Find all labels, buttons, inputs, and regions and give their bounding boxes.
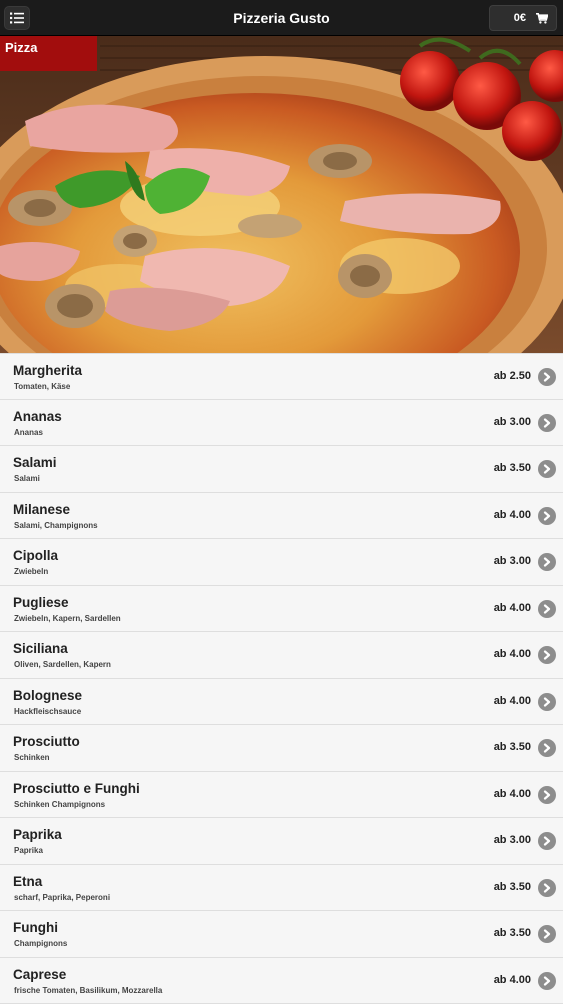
app-title: Pizzeria Gusto [0,0,563,36]
chevron-right-icon[interactable] [538,600,556,618]
list-item[interactable]: Funghi Champignons ab 3.50 [0,911,563,958]
item-name: Cipolla [13,548,58,563]
item-description: Schinken [14,753,50,762]
pizza-image [0,36,563,353]
item-name: Funghi [13,920,58,935]
item-price: ab 4.00 [494,788,531,800]
item-price: ab 3.00 [494,834,531,846]
list-item[interactable]: Paprika Paprika ab 3.00 [0,818,563,865]
item-price: ab 3.50 [494,881,531,893]
list-item[interactable]: Ananas Ananas ab 3.00 [0,400,563,447]
chevron-right-icon[interactable] [538,832,556,850]
list-item[interactable]: Margherita Tomaten, Käse ab 2.50 [0,353,563,400]
chevron-right-icon[interactable] [538,693,556,711]
item-price: ab 4.00 [494,695,531,707]
item-price: ab 3.50 [494,741,531,753]
item-description: Zwiebeln [14,567,48,576]
cart-icon [536,13,548,24]
list-item[interactable]: Prosciutto e Funghi Schinken Champignons a… [0,772,563,819]
chevron-right-icon[interactable] [538,646,556,664]
item-name: Ananas [13,409,62,424]
item-name: Milanese [13,502,70,517]
chevron-right-icon[interactable] [538,507,556,525]
item-description: Tomaten, Käse [14,382,70,391]
item-description: Hackfleischsauce [14,707,81,716]
item-description: Salami [14,474,40,483]
item-price: ab 4.00 [494,602,531,614]
list-item[interactable]: Etna scharf, Paprika, Peperoni ab 3.50 [0,865,563,912]
item-price: ab 3.50 [494,927,531,939]
list-item[interactable]: Cipolla Zwiebeln ab 3.00 [0,539,563,586]
list-item[interactable]: Pugliese Zwiebeln, Kapern, Sardellen ab 4.… [0,586,563,633]
item-name: Paprika [13,827,62,842]
item-description: Ananas [14,428,43,437]
item-price: ab 3.00 [494,416,531,428]
item-description: Champignons [14,939,67,948]
item-name: Margherita [13,363,82,378]
category-label: Pizza [0,36,97,71]
item-name: Salami [13,455,57,470]
item-price: ab 4.00 [494,974,531,986]
item-name: Etna [13,874,42,889]
chevron-right-icon[interactable] [538,368,556,386]
chevron-right-icon[interactable] [538,925,556,943]
chevron-right-icon[interactable] [538,972,556,990]
list-item[interactable]: Caprese frische Tomaten, Basilikum, Mozza… [0,958,563,1004]
item-description: Paprika [14,846,43,855]
item-price: ab 3.00 [494,555,531,567]
cart-button[interactable]: 0€ [489,5,557,31]
list-item[interactable]: Milanese Salami, Champignons ab 4.00 [0,493,563,540]
item-description: Oliven, Sardellen, Kapern [14,660,111,669]
chevron-right-icon[interactable] [538,414,556,432]
list-item[interactable]: Salami Salami ab 3.50 [0,446,563,493]
item-description: Zwiebeln, Kapern, Sardellen [14,614,121,623]
item-name: Pugliese [13,595,69,610]
item-description: Salami, Champignons [14,521,98,530]
top-bar: Pizzeria Gusto 0€ [0,0,563,36]
item-name: Prosciutto [13,734,80,749]
item-name: Siciliana [13,641,68,656]
item-name: Caprese [13,967,66,982]
item-price: ab 3.50 [494,462,531,474]
chevron-right-icon[interactable] [538,739,556,757]
item-price: ab 4.00 [494,509,531,521]
chevron-right-icon[interactable] [538,786,556,804]
list-item[interactable]: Bolognese Hackfleischsauce ab 4.00 [0,679,563,726]
category-banner[interactable]: Pizza [0,36,563,353]
chevron-right-icon[interactable] [538,879,556,897]
list-item[interactable]: Prosciutto Schinken ab 3.50 [0,725,563,772]
cart-total: 0€ [514,12,526,24]
list-item[interactable]: Siciliana Oliven, Sardellen, Kapern ab 4.0… [0,632,563,679]
item-name: Prosciutto e Funghi [13,781,140,796]
chevron-right-icon[interactable] [538,553,556,571]
pizza-list: MargheritaTomaten, Käseab 2.50AnanasAnan… [0,353,563,1004]
chevron-right-icon[interactable] [538,460,556,478]
item-name: Bolognese [13,688,82,703]
item-price: ab 4.00 [494,648,531,660]
item-price: ab 2.50 [494,370,531,382]
item-description: frische Tomaten, Basilikum, Mozzarella [14,986,162,995]
item-description: Schinken Champignons [14,800,105,809]
item-description: scharf, Paprika, Peperoni [14,893,110,902]
